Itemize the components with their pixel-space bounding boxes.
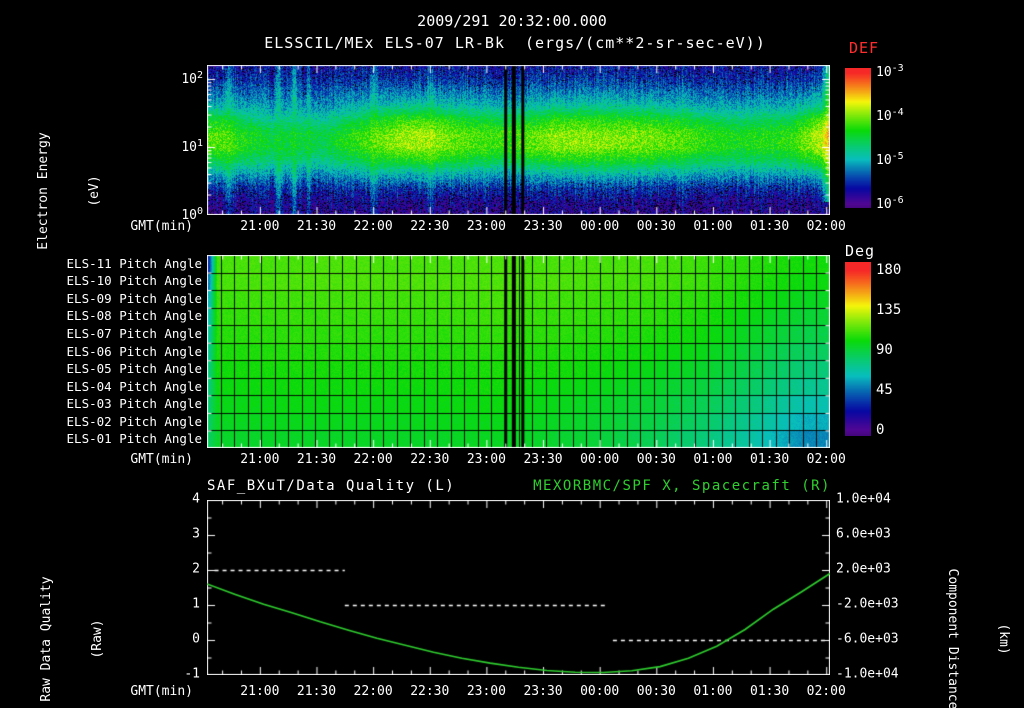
quality-ytick-label: 0 <box>192 631 200 647</box>
gmt-axis-label-1: GMT(min) <box>130 219 193 234</box>
distance-ytick-label: -2.0e+03 <box>836 596 899 612</box>
time-tick-label: 22:30 <box>410 684 450 699</box>
time-tick-label: 22:00 <box>353 219 393 234</box>
time-tick-label: 23:00 <box>466 219 506 234</box>
pitch-row-label: ELS-03 Pitch Angle <box>66 395 202 411</box>
time-tick-label: 00:00 <box>580 684 620 699</box>
time-tick-label: 23:30 <box>523 684 563 699</box>
deg-colorbar-tick-label: 45 <box>876 381 893 398</box>
distance-ytick-label: -6.0e+03 <box>836 631 899 647</box>
time-tick-label: 21:30 <box>296 219 337 234</box>
time-tick-label: 02:00 <box>806 452 846 467</box>
quality-ytick-label: 2 <box>192 561 200 577</box>
time-tick-label: 00:00 <box>580 452 620 467</box>
quality-ytick-label: 4 <box>192 491 200 507</box>
quality-ytick-label: 3 <box>192 526 200 542</box>
distance-ytick-label: 6.0e+03 <box>836 526 891 542</box>
time-tick-label: 23:30 <box>523 219 563 234</box>
time-tick-label: 22:30 <box>410 452 450 467</box>
time-tick-label: 01:30 <box>750 684 790 699</box>
page-title: 2009/291 20:32:00.000 <box>417 12 607 30</box>
deg-colorbar-tick-label: 180 <box>876 261 902 278</box>
quality-ytick-label: -1 <box>184 666 200 682</box>
pitch-row-label: ELS-06 Pitch Angle <box>66 343 202 359</box>
pitch-angle-canvas <box>207 255 830 448</box>
time-tick-label: 00:00 <box>580 219 620 234</box>
time-tick-label: 21:00 <box>240 219 280 234</box>
plot-screen: 2009/291 20:32:00.000 ELSSCIL/MEx ELS-07… <box>0 0 1024 708</box>
pitch-row-label: ELS-08 Pitch Angle <box>66 308 202 324</box>
time-tick-label: 00:30 <box>636 219 676 234</box>
raw-quality-axis-title-line1: Raw Data Quality <box>39 576 54 702</box>
time-tick-label: 00:30 <box>636 684 676 699</box>
time-tick-label: 21:00 <box>240 684 280 699</box>
def-colorbar-tick-label: 10-6 <box>876 194 904 212</box>
pitch-row-label: ELS-05 Pitch Angle <box>66 360 202 376</box>
pitch-row-label: ELS-02 Pitch Angle <box>66 413 202 429</box>
energy-ytick-label: 101 <box>181 137 203 156</box>
energy-spectrogram-canvas <box>207 65 830 215</box>
time-tick-label: 23:00 <box>466 452 506 467</box>
raw-quality-axis-title-line2: (Raw) <box>90 619 105 659</box>
time-tick-label: 21:30 <box>296 684 337 699</box>
def-colorbar-label: DEF <box>849 39 880 57</box>
pitch-row-label: ELS-11 Pitch Angle <box>66 255 202 271</box>
distance-ytick-label: 2.0e+03 <box>836 561 891 577</box>
time-tick-label: 22:00 <box>353 452 393 467</box>
time-tick-label: 00:30 <box>636 452 676 467</box>
energy-axis-title: Electron Energy (eV) <box>1 51 137 331</box>
pitch-row-label: ELS-01 Pitch Angle <box>66 431 202 447</box>
time-tick-label: 02:00 <box>806 684 846 699</box>
gmt-axis-label-2: GMT(min) <box>130 452 193 467</box>
plot-subtitle: ELSSCIL/MEx ELS-07 LR-Bk (ergs/(cm**2-sr-… <box>264 34 766 52</box>
time-tick-label: 01:00 <box>693 452 733 467</box>
quality-series-title: SAF_BXuT/Data Quality (L) <box>207 478 456 494</box>
distance-ytick-label: 1.0e+04 <box>836 491 891 507</box>
component-distance-axis-title-units: (km) <box>996 623 1011 655</box>
energy-ytick-label: 100 <box>181 205 203 224</box>
time-tick-label: 21:00 <box>240 452 280 467</box>
deg-colorbar <box>845 262 871 436</box>
plot-subtitle-units: (ergs/(cm**2-sr-sec-eV)) <box>525 34 766 52</box>
deg-colorbar-tick-label: 90 <box>876 341 893 358</box>
def-colorbar-tick-label: 10-3 <box>876 63 904 81</box>
quality-ytick-label: 1 <box>192 596 200 612</box>
time-tick-label: 21:30 <box>296 452 337 467</box>
time-tick-label: 01:30 <box>750 452 790 467</box>
pitch-row-label: ELS-07 Pitch Angle <box>66 325 202 341</box>
plot-subtitle-name: ELSSCIL/MEx ELS-07 LR-Bk <box>264 34 505 52</box>
deg-colorbar-tick-label: 0 <box>876 421 885 438</box>
time-tick-label: 01:00 <box>693 684 733 699</box>
pitch-row-label: ELS-09 Pitch Angle <box>66 290 202 306</box>
time-tick-label: 01:30 <box>750 219 790 234</box>
gmt-axis-label-3: GMT(min) <box>130 684 193 699</box>
distance-ytick-label: -1.0e+04 <box>836 666 899 682</box>
energy-axis-title-line2: (eV) <box>87 175 102 207</box>
timeseries-canvas <box>207 500 830 675</box>
raw-quality-axis-title: Raw Data Quality (Raw) <box>4 499 140 708</box>
time-tick-label: 01:00 <box>693 219 733 234</box>
time-tick-label: 22:00 <box>353 684 393 699</box>
def-colorbar-tick-label: 10-5 <box>876 150 904 169</box>
def-colorbar <box>845 68 871 208</box>
time-tick-label: 02:00 <box>806 219 846 234</box>
component-distance-axis-title-line1: Component Distance <box>945 568 960 708</box>
deg-colorbar-label: Deg <box>845 242 876 260</box>
time-tick-label: 23:30 <box>523 452 563 467</box>
pitch-row-label: ELS-04 Pitch Angle <box>66 378 202 394</box>
energy-axis-title-line1: Electron Energy <box>36 132 51 250</box>
pitch-row-label: ELS-10 Pitch Angle <box>66 273 202 289</box>
deg-colorbar-tick-label: 135 <box>876 301 902 318</box>
def-colorbar-tick-label: 10-4 <box>876 106 904 125</box>
energy-ytick-label: 102 <box>181 69 203 88</box>
time-tick-label: 23:00 <box>466 684 506 699</box>
component-distance-axis-title: (km) Component Distance <box>910 499 1024 708</box>
time-tick-label: 22:30 <box>410 219 450 234</box>
spacecraft-series-title: MEXORBMC/SPF X, Spacecraft (R) <box>533 478 831 494</box>
